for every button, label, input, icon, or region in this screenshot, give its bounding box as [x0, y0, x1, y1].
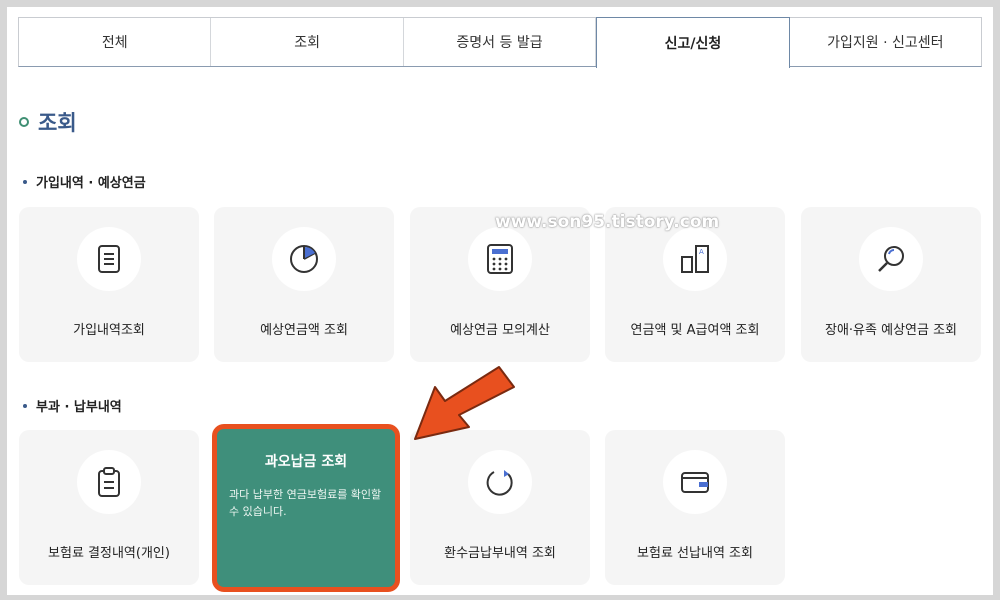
section-title: 조회 — [19, 107, 77, 137]
page: 전체 조회 증명서 등 발급 신고/신청 가입지원 · 신고센터 조회 가입내역… — [7, 7, 993, 595]
group-title-text: 부과 · 납부내역 — [36, 400, 122, 415]
card-label: 예상연금 모의계산 — [450, 323, 550, 338]
bullet-dot-icon — [23, 179, 27, 184]
bar-compare-icon: A — [663, 227, 727, 291]
card-disability-survivor[interactable]: 장애·유족 예상연금 조회 — [801, 207, 981, 362]
pointer-arrow-icon — [407, 365, 517, 447]
tab-all[interactable]: 전체 — [19, 18, 212, 66]
card-enrollment-history[interactable]: 가입내역조회 — [19, 207, 199, 362]
card-label: 장애·유족 예상연금 조회 — [825, 323, 957, 338]
tab-certificate[interactable]: 증명서 등 발급 — [403, 18, 597, 66]
clipboard-icon — [77, 450, 141, 514]
watermark: www.son95.tistory.com — [495, 212, 720, 232]
tab-inquiry[interactable]: 조회 — [211, 18, 404, 66]
card-description: 과다 납부한 연금보험료를 확인할 수 있습니다. — [229, 488, 382, 518]
card-title: 과오납금 조회 — [264, 454, 348, 470]
tab-support-center[interactable]: 가입지원 · 신고센터 — [789, 18, 982, 66]
card-overpayment-inquiry[interactable]: 과오납금 조회 과다 납부한 연금보험료를 확인할 수 있습니다. — [212, 424, 400, 592]
card-expected-pension[interactable]: 예상연금액 조회 — [214, 207, 394, 362]
calculator-icon — [468, 227, 532, 291]
bullet-ring-icon — [19, 117, 29, 127]
wallet-icon — [663, 450, 727, 514]
tab-report-apply[interactable]: 신고/신청 — [596, 17, 790, 68]
card-label: 보험료 선납내역 조회 — [637, 546, 753, 561]
pie-chart-icon — [272, 227, 336, 291]
group-title-billing: 부과 · 납부내역 — [23, 396, 122, 415]
refresh-icon — [468, 450, 532, 514]
group-title-text: 가입내역 · 예상연금 — [36, 176, 146, 191]
section-title-text: 조회 — [38, 111, 77, 135]
tab-bar: 전체 조회 증명서 등 발급 신고/신청 가입지원 · 신고센터 — [18, 17, 982, 68]
card-prepayment[interactable]: 보험료 선납내역 조회 — [605, 430, 785, 585]
magnifier-icon — [859, 227, 923, 291]
card-label: 연금액 및 A급여액 조회 — [630, 323, 760, 338]
svg-text:A: A — [699, 248, 704, 256]
card-refund-payment[interactable]: 환수금납부내역 조회 — [410, 430, 590, 585]
card-label: 보험료 결정내역(개인) — [48, 546, 170, 561]
card-label: 환수금납부내역 조회 — [444, 546, 556, 561]
card-label: 예상연금액 조회 — [260, 323, 348, 338]
card-premium-decision[interactable]: 보험료 결정내역(개인) — [19, 430, 199, 585]
card-label: 가입내역조회 — [73, 323, 145, 338]
bullet-dot-icon — [23, 403, 27, 408]
group-title-enrollment: 가입내역 · 예상연금 — [23, 172, 146, 191]
document-icon — [77, 227, 141, 291]
